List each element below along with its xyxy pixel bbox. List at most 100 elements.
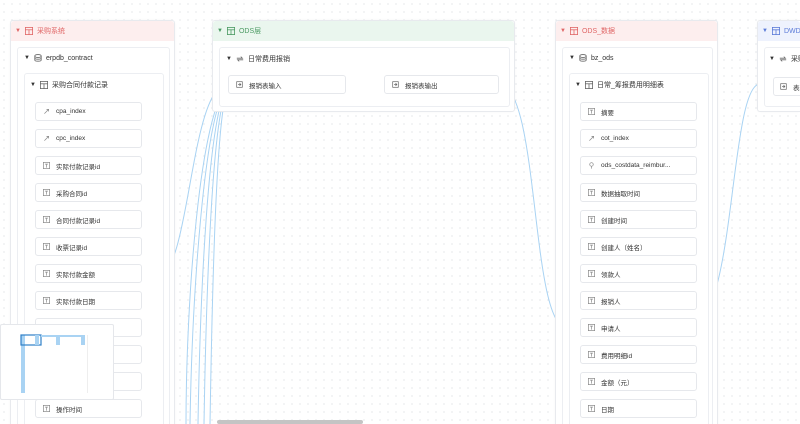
collapse-caret-icon[interactable]: ▼ bbox=[15, 28, 21, 34]
sync-icon bbox=[236, 55, 244, 63]
field-cot-index[interactable]: cot_index bbox=[580, 129, 697, 148]
db-name: bz_ods bbox=[590, 54, 614, 62]
panel-title: ODS层 bbox=[238, 28, 262, 35]
text-type-icon bbox=[588, 216, 595, 223]
text-type-icon bbox=[588, 243, 595, 250]
field-invoice-record-id[interactable]: 收票记录id bbox=[35, 237, 142, 256]
panel-title: DWD层 bbox=[783, 28, 800, 35]
sync-icon bbox=[779, 55, 787, 63]
edge-in-2 bbox=[189, 85, 229, 424]
field-payee[interactable]: 领款人 bbox=[580, 264, 697, 283]
table-icon bbox=[569, 27, 578, 35]
text-type-icon bbox=[43, 189, 50, 196]
text-type-icon bbox=[43, 270, 50, 277]
collapse-caret-icon[interactable]: ▼ bbox=[24, 55, 30, 61]
text-type-icon bbox=[588, 405, 595, 412]
field-actual-payment-date[interactable]: 实际付款日期 bbox=[35, 291, 142, 310]
collapse-caret-icon[interactable]: ▼ bbox=[569, 55, 575, 61]
step-table-input[interactable]: 表输 bbox=[773, 77, 800, 96]
table-row-title[interactable]: ▼ 采购合同付款记录 bbox=[30, 80, 108, 90]
field-cpa-index[interactable]: cpa_index bbox=[35, 102, 142, 121]
table-name: 日常_筹报费用明细表 bbox=[596, 82, 664, 89]
database-icon bbox=[579, 54, 587, 62]
panel-title: ODS_数据 bbox=[581, 28, 616, 35]
minimap[interactable] bbox=[0, 324, 114, 400]
field-purchase-contract-id[interactable]: 采购合同id bbox=[35, 183, 142, 202]
db-name: erpdb_contract bbox=[45, 54, 93, 62]
table-name: 采购合同付款记录 bbox=[51, 82, 108, 89]
ods-layer-header[interactable]: ▼ ODS层 bbox=[213, 21, 514, 41]
file-input-icon bbox=[780, 83, 787, 90]
pin-icon bbox=[588, 162, 595, 169]
step-table-input[interactable]: 报销表输入 bbox=[228, 75, 346, 94]
table-icon bbox=[226, 27, 235, 35]
process-name: 采购 bbox=[790, 56, 800, 63]
collapse-caret-icon[interactable]: ▼ bbox=[769, 56, 775, 62]
text-type-icon bbox=[588, 378, 595, 385]
ods-layer-panel: ▼ ODS层 ▼ 日常费用报销 bbox=[212, 20, 515, 112]
table-icon bbox=[24, 27, 33, 35]
field-actual-payment-amount[interactable]: 实际付款金额 bbox=[35, 264, 142, 283]
step-table-output[interactable]: 报销表输出 bbox=[384, 75, 499, 94]
collapse-caret-icon[interactable]: ▼ bbox=[226, 56, 232, 62]
field-extract-time[interactable]: 数据抽取时间 bbox=[580, 183, 697, 202]
table-row-title[interactable]: ▼ 日常_筹报费用明细表 bbox=[575, 80, 664, 90]
horizontal-scrollbar[interactable] bbox=[217, 420, 363, 424]
text-type-icon bbox=[43, 297, 50, 304]
text-type-icon bbox=[43, 162, 50, 169]
text-type-icon bbox=[43, 216, 50, 223]
edge-in-4 bbox=[203, 87, 229, 424]
field-summary[interactable]: 摘要 bbox=[580, 102, 697, 121]
field-contract-payment-id[interactable]: 合同付款记录id bbox=[35, 210, 142, 229]
table-box: ▼ 日常_筹报费用明细表 摘要 cot_index ods_costdata_r… bbox=[569, 73, 709, 424]
link-icon bbox=[588, 135, 595, 142]
process-box: ▼ 采购 表输 bbox=[764, 47, 800, 107]
process-name: 日常费用报销 bbox=[247, 56, 290, 63]
db-box: ▼ bz_ods ▼ 日常_筹报费用明细表 摘要 cot_index ods_c… bbox=[562, 47, 713, 424]
collapse-caret-icon[interactable]: ▼ bbox=[575, 82, 581, 88]
source-system-header[interactable]: ▼ 采购系统 bbox=[11, 21, 174, 41]
process-row[interactable]: ▼ 采购 bbox=[769, 54, 800, 64]
text-type-icon bbox=[588, 351, 595, 358]
field-applicant[interactable]: 申请人 bbox=[580, 318, 697, 337]
ods-data-panel: ▼ ODS_数据 ▼ bz_ods ▼ 日常_筹报费用明细表 摘要 cot_in… bbox=[555, 20, 718, 424]
field-actual-payment-id[interactable]: 实际付款记录id bbox=[35, 156, 142, 175]
field-expense-detail-id[interactable]: 费用明细id bbox=[580, 345, 697, 364]
dwd-layer-panel: ▼ DWD层 ▼ 采购 表输 bbox=[757, 20, 800, 112]
text-type-icon bbox=[588, 324, 595, 331]
field-amount[interactable]: 金额（元） bbox=[580, 372, 697, 391]
link-icon bbox=[43, 135, 50, 142]
link-icon bbox=[43, 108, 50, 115]
panel-title: 采购系统 bbox=[36, 28, 65, 35]
text-type-icon bbox=[588, 108, 595, 115]
minimap-canvas bbox=[20, 334, 88, 393]
table-icon bbox=[584, 81, 593, 89]
field-date[interactable]: 日期 bbox=[580, 399, 697, 418]
field-create-time[interactable]: 创建时间 bbox=[580, 210, 697, 229]
field-reimburser[interactable]: 报销人 bbox=[580, 291, 697, 310]
file-output-icon bbox=[392, 81, 399, 88]
database-icon bbox=[34, 54, 42, 62]
db-row[interactable]: ▼ bz_ods bbox=[569, 54, 614, 62]
dwd-layer-header[interactable]: ▼ DWD层 bbox=[758, 21, 800, 41]
table-icon bbox=[771, 27, 780, 35]
field-ods-costdata[interactable]: ods_costdata_reimbur... bbox=[580, 156, 697, 175]
text-type-icon bbox=[588, 270, 595, 277]
table-icon bbox=[39, 81, 48, 89]
edge-in-3 bbox=[197, 86, 229, 424]
db-row[interactable]: ▼ erpdb_contract bbox=[24, 54, 93, 62]
collapse-caret-icon[interactable]: ▼ bbox=[30, 82, 36, 88]
text-type-icon bbox=[588, 297, 595, 304]
collapse-caret-icon[interactable]: ▼ bbox=[217, 28, 223, 34]
ods-data-header[interactable]: ▼ ODS_数据 bbox=[556, 21, 717, 41]
text-type-icon bbox=[43, 243, 50, 250]
edge-in-5 bbox=[209, 88, 229, 424]
file-input-icon bbox=[236, 81, 243, 88]
field-creator-name[interactable]: 创建人（姓名） bbox=[580, 237, 697, 256]
field-operation-time[interactable]: 操作时间 bbox=[35, 399, 142, 418]
process-row[interactable]: ▼ 日常费用报销 bbox=[226, 54, 290, 64]
edge-in-1 bbox=[185, 85, 229, 424]
field-cpc-index[interactable]: cpc_index bbox=[35, 129, 142, 148]
collapse-caret-icon[interactable]: ▼ bbox=[762, 28, 768, 34]
collapse-caret-icon[interactable]: ▼ bbox=[560, 28, 566, 34]
